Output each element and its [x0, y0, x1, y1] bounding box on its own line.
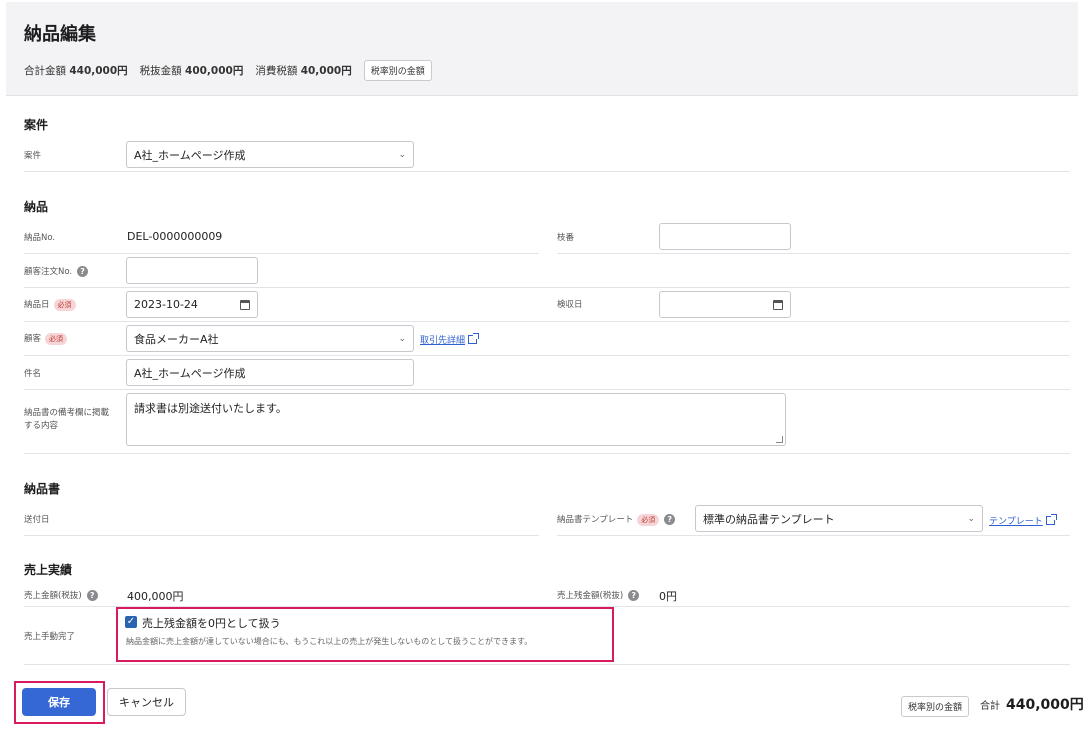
project-section-title: 案件	[24, 118, 49, 132]
delivery-date-label: 納品日 必須	[24, 298, 76, 311]
save-button[interactable]: 保存	[22, 688, 96, 716]
delivery-date-input[interactable]: 2023-10-24	[126, 291, 258, 318]
tax-amount-label: 消費税額	[255, 65, 298, 77]
customer-order-label: 顧客注文No.?	[24, 265, 89, 277]
footer-total-label: 合計	[980, 701, 1000, 712]
divider	[24, 389, 1070, 390]
notes-textarea[interactable]: 請求書は別途送付いたします。	[126, 393, 786, 446]
manual-complete-checkbox[interactable]: ✓	[125, 616, 137, 628]
divider	[24, 535, 539, 536]
sales-section-title: 売上実績	[24, 563, 73, 577]
chevron-down-icon: ⌄	[967, 513, 975, 524]
divider	[24, 287, 1070, 288]
external-link-icon	[468, 333, 480, 344]
footer-total-value: 440,000円	[1006, 697, 1084, 713]
footer-tax-rate-breakdown-button[interactable]: 税率別の金額	[901, 696, 970, 717]
pretax-amount-value: 400,000円	[185, 65, 244, 77]
branch-input[interactable]	[659, 223, 791, 250]
divider	[24, 664, 1070, 665]
chevron-down-icon: ⌄	[398, 149, 406, 160]
resize-handle-icon[interactable]	[776, 436, 783, 443]
delivery-date-value: 2023-10-24	[134, 298, 198, 311]
help-icon[interactable]: ?	[664, 514, 676, 525]
inspection-date-label: 検収日	[557, 300, 583, 310]
manual-complete-label: 売上手動完了	[24, 632, 76, 642]
help-icon[interactable]: ?	[628, 590, 640, 601]
template-select[interactable]: 標準の納品書テンプレート ⌄	[695, 505, 983, 532]
calendar-icon[interactable]	[773, 299, 783, 310]
remaining-amount-label: 売上残金額(税抜)?	[557, 589, 640, 601]
amount-summary: 合計金額 440,000円 税抜金額 400,000円 消費税額 40,000円…	[24, 60, 432, 81]
divider	[24, 453, 1070, 454]
help-icon[interactable]: ?	[77, 266, 89, 277]
customer-detail-link[interactable]: 取引先詳細	[420, 333, 480, 346]
divider	[557, 253, 1070, 254]
divider	[24, 355, 1070, 356]
chevron-down-icon: ⌄	[398, 333, 406, 344]
customer-label: 顧客 必須	[24, 332, 68, 345]
inspection-date-input[interactable]	[659, 291, 791, 318]
divider	[24, 253, 539, 254]
notes-label: 納品書の備考欄に掲載 する内容	[24, 408, 110, 431]
calendar-icon[interactable]	[240, 299, 250, 310]
tax-amount-value: 40,000円	[300, 65, 352, 77]
sales-amount-value: 400,000円	[127, 590, 184, 603]
customer-select[interactable]: 食品メーカーA社 ⌄	[126, 325, 414, 352]
external-link-icon	[1045, 514, 1057, 525]
divider	[557, 535, 1070, 536]
required-badge: 必須	[45, 332, 68, 345]
subject-input[interactable]: A社_ホームページ作成	[126, 359, 414, 386]
manual-complete-help-text: 納品金額に売上金額が達していない場合にも、もうこれ以上の売上が発生しないものとし…	[126, 637, 533, 646]
required-badge: 必須	[53, 298, 76, 311]
project-select-value: A社_ホームページ作成	[134, 148, 246, 162]
sent-date-label: 送付日	[24, 515, 50, 525]
tax-rate-breakdown-button[interactable]: 税率別の金額	[363, 60, 432, 81]
sales-amount-label: 売上金額(税抜)?	[24, 589, 98, 601]
page-header: 納品編集 合計金額 440,000円 税抜金額 400,000円 消費税額 40…	[6, 2, 1078, 96]
total-amount-value: 440,000円	[69, 65, 128, 77]
template-select-value: 標準の納品書テンプレート	[703, 512, 835, 526]
pretax-amount-label: 税抜金額	[139, 65, 182, 77]
subject-label: 件名	[24, 369, 42, 379]
footer-total: 合計 440,000円	[980, 694, 1084, 714]
cancel-button[interactable]: キャンセル	[107, 688, 186, 716]
project-select[interactable]: A社_ホームページ作成 ⌄	[126, 141, 414, 168]
total-amount-label: 合計金額	[24, 65, 66, 77]
notes-textarea-value: 請求書は別途送付いたします。	[134, 402, 287, 415]
delivery-section-title: 納品	[24, 200, 49, 214]
template-link[interactable]: テンプレート	[989, 514, 1057, 527]
required-badge: 必須	[637, 513, 660, 526]
customer-order-input[interactable]	[126, 257, 258, 284]
branch-label: 枝番	[557, 233, 575, 243]
divider	[24, 321, 1070, 322]
customer-select-value: 食品メーカーA社	[134, 332, 219, 346]
project-label: 案件	[24, 151, 42, 161]
template-label: 納品書テンプレート 必須?	[557, 513, 676, 526]
divider	[24, 171, 1070, 172]
help-icon[interactable]: ?	[86, 590, 98, 601]
page-title: 納品編集	[24, 24, 96, 45]
document-section-title: 納品書	[24, 482, 61, 496]
manual-complete-checkbox-label[interactable]: 売上残金額を0円として扱う	[142, 615, 281, 631]
delivery-no-value: DEL-0000000009	[127, 230, 223, 243]
delivery-no-label: 納品No.	[24, 233, 56, 243]
remaining-amount-value: 0円	[659, 590, 677, 603]
